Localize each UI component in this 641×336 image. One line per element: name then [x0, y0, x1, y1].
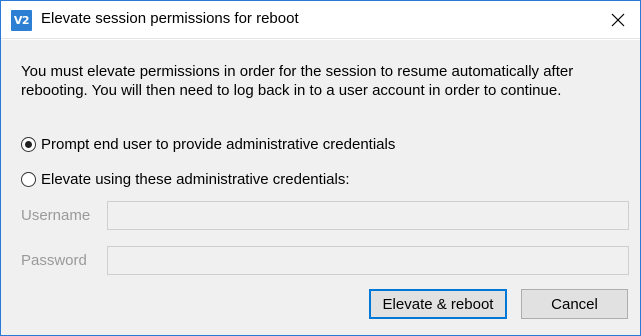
radio-unselected-icon[interactable] — [21, 172, 36, 187]
title-bar[interactable]: V2 Elevate session permissions for reboo… — [1, 1, 640, 39]
elevate-reboot-button[interactable]: Elevate & reboot — [369, 289, 507, 319]
radio-selected-icon[interactable] — [21, 137, 36, 152]
instruction-message: You must elevate permissions in order fo… — [21, 63, 574, 99]
radio-elevate-label: Elevate using these administrative crede… — [41, 171, 350, 188]
password-input[interactable] — [107, 246, 629, 275]
dialog-title: Elevate session permissions for reboot — [41, 10, 299, 27]
username-label: Username — [21, 207, 91, 224]
cancel-button[interactable]: Cancel — [521, 289, 628, 319]
radio-elevate-credentials[interactable]: Elevate using these administrative crede… — [21, 171, 350, 188]
close-button[interactable] — [602, 5, 634, 35]
app-logo-icon: V2 — [11, 10, 32, 31]
radio-prompt-label: Prompt end user to provide administrativ… — [41, 136, 396, 153]
radio-prompt-end-user[interactable]: Prompt end user to provide administrativ… — [21, 136, 395, 153]
username-input[interactable] — [107, 201, 629, 230]
close-icon — [611, 13, 625, 27]
dialog-body: You must elevate permissions in order fo… — [1, 40, 640, 335]
dialog-window: V2 Elevate session permissions for reboo… — [0, 0, 641, 336]
password-label: Password — [21, 252, 87, 269]
